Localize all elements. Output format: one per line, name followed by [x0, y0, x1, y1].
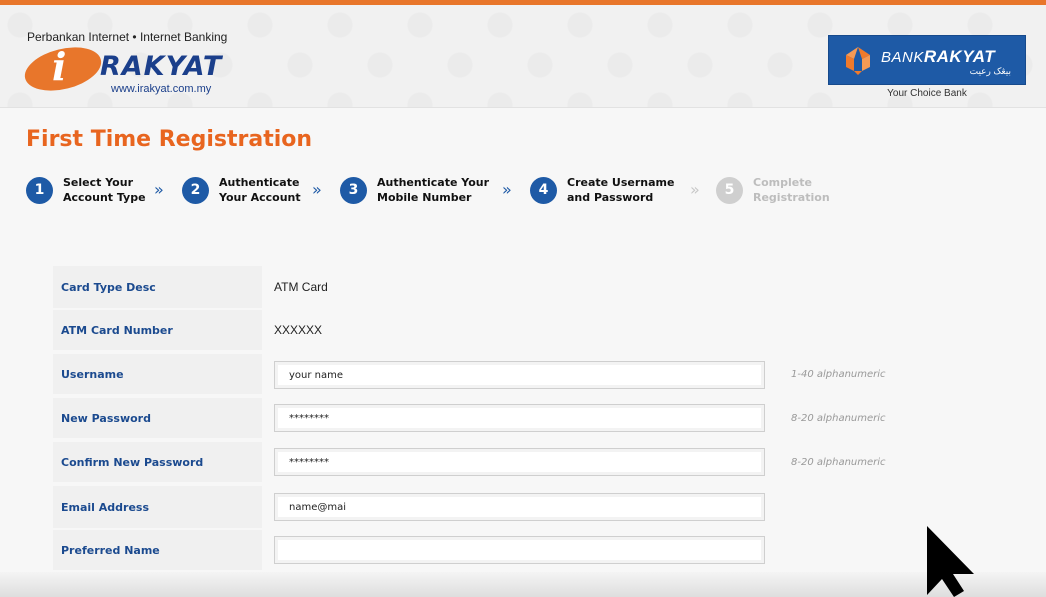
logo-rakyat-text: RAKYAT	[100, 51, 223, 82]
bank-emblem-icon	[846, 47, 870, 75]
confirm-password-row: Confirm New Password ******** 8-20 alpha…	[53, 442, 1013, 482]
step-1: 1 Select Your Account Type	[26, 175, 146, 205]
new-password-row: New Password ******** 8-20 alphanumeric	[53, 398, 1013, 438]
email-row: Email Address name@mai	[53, 486, 1013, 528]
step-number: 3	[340, 176, 367, 204]
email-label: Email Address	[53, 486, 262, 528]
logo-url: www.irakyat.com.my	[111, 83, 212, 95]
step-number: 4	[530, 176, 557, 204]
username-input[interactable]: your name	[274, 361, 765, 389]
username-label: Username	[53, 354, 262, 394]
step-number: 5	[716, 176, 743, 204]
card-number-label: ATM Card Number	[53, 310, 262, 350]
irakyat-logo[interactable]: i RAKYAT www.irakyat.com.my	[20, 40, 254, 102]
preferred-name-label: Preferred Name	[53, 530, 262, 570]
step-5: 5 Complete Registration	[716, 175, 830, 205]
step-arrow-icon: »	[502, 180, 512, 199]
confirm-password-input[interactable]: ********	[274, 448, 765, 476]
bank-name-jawi: بيڠک رعيت	[969, 66, 1011, 76]
mouse-cursor-icon	[927, 526, 974, 597]
email-input[interactable]: name@mai	[274, 493, 765, 521]
registration-steps: 1 Select Your Account Type » 2 Authentic…	[26, 175, 1026, 215]
step-label: Select Your Account Type	[63, 176, 146, 204]
bottom-shade	[0, 572, 1046, 597]
card-number-value: XXXXXX	[274, 323, 323, 337]
confirm-password-label: Confirm New Password	[53, 442, 262, 482]
bank-name-bold: RAKYAT	[923, 47, 996, 66]
bank-name: BANKRAKYAT	[881, 47, 995, 67]
bank-slogan: Your Choice Bank	[887, 88, 967, 99]
step-number: 2	[182, 176, 209, 204]
card-type-value: ATM Card	[274, 280, 328, 294]
preferred-name-row: Preferred Name	[53, 530, 1013, 570]
card-type-label: Card Type Desc	[53, 266, 262, 308]
card-number-row: ATM Card Number XXXXXX	[53, 310, 1013, 350]
step-number: 1	[26, 176, 53, 204]
step-arrow-icon: »	[154, 180, 164, 199]
step-3: 3 Authenticate Your Mobile Number	[340, 175, 489, 205]
bank-rakyat-logo[interactable]: BANKRAKYAT بيڠک رعيت	[828, 35, 1026, 85]
step-label: Create Username and Password	[567, 176, 675, 204]
bank-name-prefix: BANK	[881, 49, 924, 66]
step-4: 4 Create Username and Password	[530, 175, 674, 205]
new-password-label: New Password	[53, 398, 262, 438]
step-2: 2 Authenticate Your Account	[182, 175, 301, 205]
new-password-input[interactable]: ********	[274, 404, 765, 432]
preferred-name-input[interactable]	[274, 536, 765, 564]
step-label: Authenticate Your Account	[219, 176, 301, 204]
logo-i-letter: i	[52, 44, 67, 89]
card-type-row: Card Type Desc ATM Card	[53, 266, 1013, 308]
step-label: Complete Registration	[753, 176, 830, 204]
header-tagline: Perbankan Internet • Internet Banking	[27, 30, 228, 44]
step-label: Authenticate Your Mobile Number	[377, 176, 490, 204]
username-hint: 1-40 alphanumeric	[791, 368, 886, 380]
confirm-password-hint: 8-20 alphanumeric	[791, 456, 886, 468]
username-row: Username your name 1-40 alphanumeric	[53, 354, 1013, 394]
page-title: First Time Registration	[26, 127, 313, 152]
site-header: Perbankan Internet • Internet Banking i …	[0, 5, 1046, 108]
step-arrow-icon: »	[690, 180, 700, 199]
new-password-hint: 8-20 alphanumeric	[791, 412, 886, 424]
step-arrow-icon: »	[312, 180, 322, 199]
